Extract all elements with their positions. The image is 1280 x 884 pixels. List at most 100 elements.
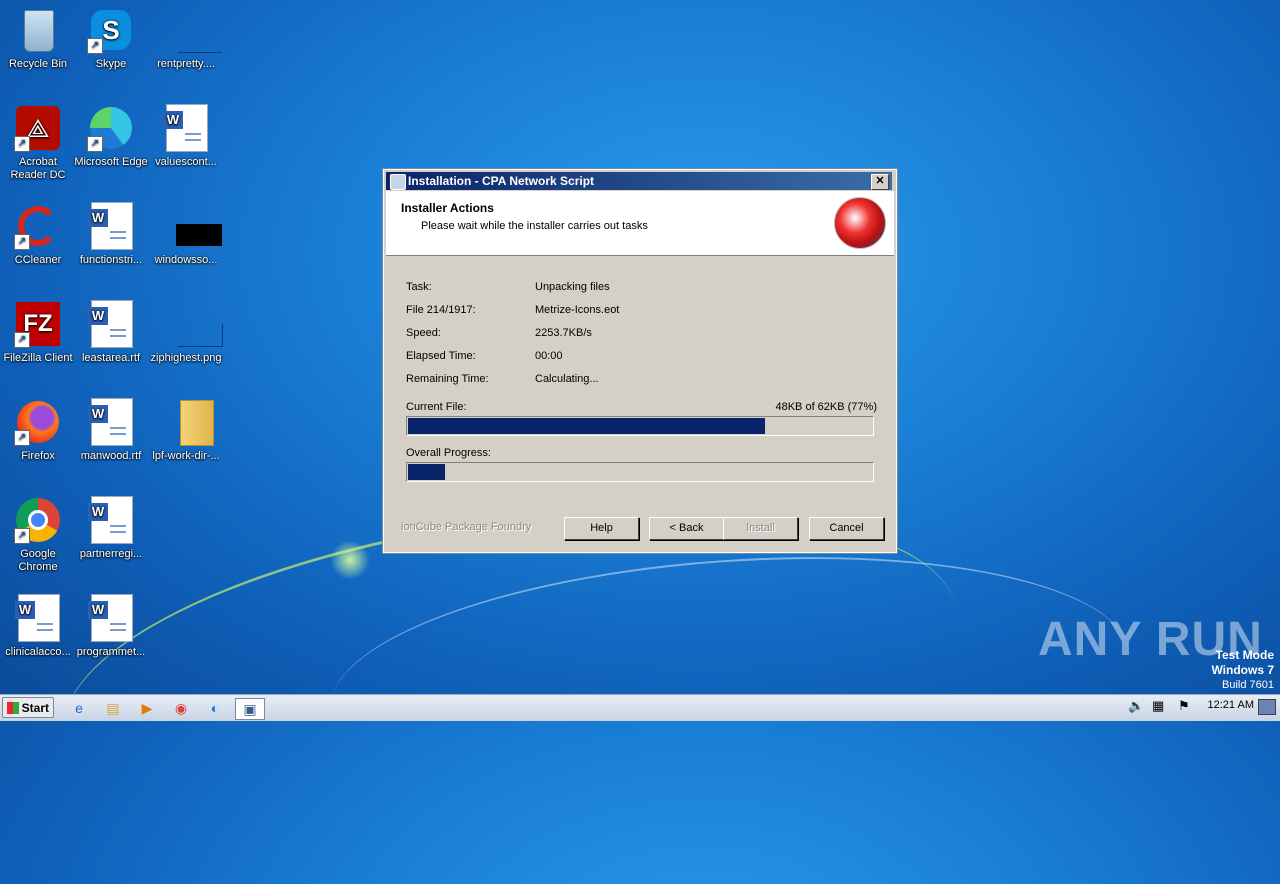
show-desktop-button[interactable] <box>1258 699 1276 715</box>
back-button[interactable]: < Back <box>649 517 724 540</box>
chrome-taskbar-icon[interactable]: ◉ <box>170 698 192 718</box>
elapsed-time-label: Elapsed Time: <box>406 350 476 362</box>
installer-taskbar-icon[interactable]: ▣ <box>235 698 265 720</box>
desktop-icon-clinicalacco[interactable]: W clinicalacco... <box>0 594 76 659</box>
overall-progress-fill <box>408 464 445 480</box>
close-icon[interactable]: ✕ <box>871 174 889 190</box>
task-label: Task: <box>406 281 432 293</box>
desktop-icon-manwood[interactable]: W manwood.rtf <box>73 398 149 463</box>
system-clock[interactable]: 12:21 AM <box>1208 699 1254 711</box>
desktop-icon-label: ziphighest.png <box>150 352 222 364</box>
desktop-icon-label: windowsso... <box>154 254 218 266</box>
folder-icon <box>162 398 214 446</box>
start-label: Start <box>21 701 49 715</box>
wallpaper-glow <box>330 540 370 580</box>
desktop-icon-rentpretty[interactable]: rentpretty.... <box>148 6 224 71</box>
word-document-icon: W <box>87 202 135 250</box>
acrobat-icon: ⟁ ↗ <box>14 104 62 152</box>
desktop-icon-valuescont[interactable]: W valuescont... <box>148 104 224 169</box>
taskbar: Start e ▤ ▶ ◉ ◐ ▣ 🔈 ▦ ⚑ 12:21 AM <box>0 694 1280 721</box>
desktop-icon-filezilla[interactable]: FZ ↗ FileZilla Client <box>0 300 76 365</box>
test-mode-notice: Test Mode Windows 7 Build 7601 <box>1211 648 1274 693</box>
desktop-icon-partnerregi[interactable]: W partnerregi... <box>73 496 149 561</box>
word-document-icon: W <box>87 398 135 446</box>
dialog-titlebar[interactable]: Installation - CPA Network Script ✕ <box>386 172 892 190</box>
desktop-icon-label: rentpretty.... <box>157 58 215 70</box>
word-document-icon: W <box>87 300 135 348</box>
firefox-icon: ↗ <box>14 398 62 446</box>
desktop-icon-label: Google Chrome <box>18 548 58 573</box>
edge-icon: ↗ <box>87 104 135 152</box>
file-count-label: File 214/1917: <box>406 304 476 316</box>
desktop-icon-ccleaner[interactable]: ↗ CCleaner <box>0 202 76 267</box>
desktop-icon-recycle-bin[interactable]: Recycle Bin <box>0 6 76 71</box>
word-document-icon: W <box>87 594 135 642</box>
dialog-header: Installer Actions Please wait while the … <box>386 191 894 256</box>
desktop-icon-label: Skype <box>95 58 127 70</box>
file-explorer-icon[interactable]: ▤ <box>102 698 124 718</box>
test-mode-line3: Build 7601 <box>1222 679 1274 691</box>
internet-explorer-icon[interactable]: e <box>68 698 90 718</box>
desktop-icon-chrome[interactable]: ↗ Google Chrome <box>0 496 76 574</box>
ccleaner-icon: ↗ <box>14 202 62 250</box>
desktop-icon-skype[interactable]: S ↗ Skype <box>73 6 149 71</box>
file-icon <box>162 202 222 250</box>
overall-progress-bar <box>406 462 874 482</box>
help-button[interactable]: Help <box>564 517 639 540</box>
install-button[interactable]: Install <box>723 517 798 540</box>
filezilla-icon: FZ ↗ <box>14 300 62 348</box>
current-file-status: 48KB of 62KB (77%) <box>775 401 877 413</box>
network-icon[interactable]: ▦ <box>1152 698 1164 714</box>
remaining-time-label: Remaining Time: <box>406 373 489 385</box>
test-mode-line1: Test Mode <box>1215 648 1274 662</box>
speaker-icon[interactable]: 🔈 <box>1128 698 1144 714</box>
start-button[interactable]: Start <box>2 697 54 718</box>
cpa-network-logo <box>834 197 886 249</box>
media-player-icon[interactable]: ▶ <box>136 698 158 718</box>
desktop-icon-leastarea[interactable]: W leastarea.rtf <box>73 300 149 365</box>
desktop-icon-label: functionstri... <box>79 254 143 266</box>
desktop-icon-lpf-work-dir[interactable]: lpf-work-dir-... <box>148 398 224 463</box>
desktop-icon-label: valuescont... <box>155 156 217 168</box>
windows-logo-icon <box>7 702 19 714</box>
current-file-label: Current File: <box>406 401 467 413</box>
current-file-progress-fill <box>408 418 765 434</box>
speed-label: Speed: <box>406 327 441 339</box>
installer-app-icon <box>390 174 406 190</box>
action-center-flag-icon[interactable]: ⚑ <box>1178 698 1190 714</box>
task-value: Unpacking files <box>535 281 610 293</box>
desktop-icon-label: Firefox <box>21 450 55 462</box>
desktop-icon-label: Recycle Bin <box>8 58 68 70</box>
dialog-title: Installation - CPA Network Script <box>408 174 595 188</box>
skype-icon: S ↗ <box>87 6 135 54</box>
file-icon <box>162 6 222 54</box>
desktop-icon-label: lpf-work-dir-... <box>152 450 220 462</box>
desktop-icon-programmet[interactable]: W programmet... <box>73 594 149 659</box>
desktop-icon-ziphighest[interactable]: ziphighest.png <box>148 300 224 365</box>
word-document-icon: W <box>162 104 210 152</box>
header-title: Installer Actions <box>401 201 494 215</box>
desktop-icon-label: programmet... <box>76 646 146 658</box>
elapsed-time-value: 00:00 <box>535 350 563 362</box>
test-mode-line2: Windows 7 <box>1211 663 1274 677</box>
desktop-icon-label: leastarea.rtf <box>81 352 141 364</box>
desktop-icon-label: Microsoft Edge <box>74 156 148 168</box>
desktop-icon-acrobat[interactable]: ⟁ ↗ Acrobat Reader DC <box>0 104 76 182</box>
desktop-icon-functionstri[interactable]: W functionstri... <box>73 202 149 267</box>
desktop-icon-label: FileZilla Client <box>3 352 73 364</box>
word-document-icon: W <box>14 594 62 642</box>
edge-taskbar-icon[interactable]: ◐ <box>204 698 226 718</box>
ioncube-brand-label: ionCube Package Foundry <box>401 521 532 533</box>
cancel-button[interactable]: Cancel <box>809 517 884 540</box>
desktop-icon-label: CCleaner <box>14 254 62 266</box>
desktop-icon-label: manwood.rtf <box>80 450 142 462</box>
desktop-icon-label: clinicalacco... <box>5 646 71 658</box>
file-name-value: Metrize-Icons.eot <box>535 304 620 316</box>
image-file-icon <box>162 300 223 348</box>
speed-value: 2253.7KB/s <box>535 327 592 339</box>
desktop-icon-windowsso[interactable]: windowsso... <box>148 202 224 267</box>
chrome-icon: ↗ <box>14 496 62 544</box>
desktop-icon-label: partnerregi... <box>79 548 143 560</box>
desktop-icon-firefox[interactable]: ↗ Firefox <box>0 398 76 463</box>
desktop-icon-edge[interactable]: ↗ Microsoft Edge <box>73 104 149 169</box>
